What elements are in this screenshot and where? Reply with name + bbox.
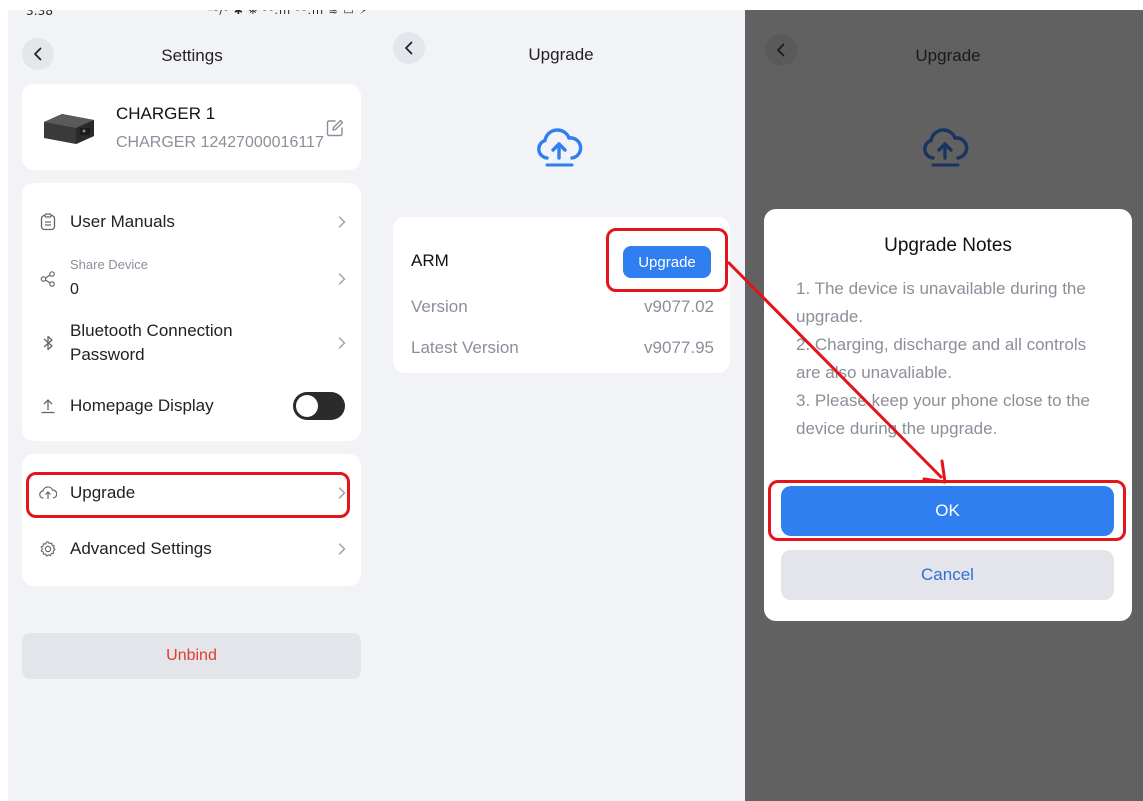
menu-label-upgrade: Upgrade — [70, 483, 136, 502]
share-device-count: 0 — [70, 281, 79, 298]
unbind-button[interactable]: Unbind — [22, 633, 361, 679]
edit-icon[interactable] — [325, 118, 345, 138]
latest-version-value: v9077.95 — [644, 338, 714, 357]
menu-item-upgrade[interactable]: Upgrade — [22, 470, 361, 516]
device-card[interactable]: CHARGER 1 CHARGER 12427000016117 — [22, 84, 361, 170]
dialog-notes: 1. The device is unavailable during the … — [796, 275, 1102, 443]
back-button[interactable] — [765, 34, 797, 66]
share-icon — [40, 271, 55, 287]
menu-item-homepage-display: Homepage Display — [22, 383, 361, 429]
module-name: ARM — [411, 251, 449, 270]
homepage-display-label: Homepage Display — [70, 396, 214, 415]
bluetooth-label-line2: Password — [70, 345, 145, 364]
bluetooth-icon — [43, 335, 53, 351]
cloud-upload-icon — [537, 128, 583, 167]
upgrade-notes-screen: Upgrade Upgrade Notes 1. The device is u… — [745, 10, 1143, 801]
homepage-display-toggle[interactable] — [293, 392, 345, 420]
upgrade-notes-dialog: Upgrade Notes 1. The device is unavailab… — [764, 209, 1132, 621]
back-button[interactable] — [393, 32, 425, 64]
dialog-note-1: 1. The device is unavailable during the … — [796, 279, 1086, 326]
menu-item-bluetooth-password[interactable]: Bluetooth Connection Password — [22, 317, 361, 369]
clipboard-icon — [40, 213, 56, 231]
page-title: Upgrade — [528, 45, 594, 64]
cloud-upload-icon — [39, 486, 57, 499]
status-time: 3:38 — [26, 10, 53, 18]
chevron-right-icon — [338, 337, 346, 349]
menu-label-advanced-settings: Advanced Settings — [70, 539, 212, 558]
charger-device-icon — [44, 114, 94, 144]
cancel-button[interactable]: Cancel — [781, 550, 1114, 600]
chevron-left-icon — [405, 41, 413, 55]
menu-item-user-manuals[interactable]: User Manuals — [22, 201, 361, 243]
menu-item-advanced-settings[interactable]: Advanced Settings — [22, 526, 361, 572]
chevron-right-icon — [338, 273, 346, 285]
device-serial: CHARGER 12427000016117 — [116, 134, 324, 151]
ok-button[interactable]: OK — [781, 486, 1114, 536]
page-title: Upgrade — [915, 46, 981, 65]
latest-version-label: Latest Version — [411, 338, 519, 357]
device-name: CHARGER 1 — [116, 104, 216, 123]
menu-item-share-device[interactable]: Share Device 0 — [22, 253, 361, 305]
status-bar: 3:38 ᵏᴮ/ˢ ✱ ⛯ ⁵ᴳ.ıll ⁵ᴳ.ıll ≋ ▭ ⚡ — [8, 10, 375, 24]
maintenance-menu-card: Upgrade Advanced Settings — [22, 454, 361, 586]
toggle-knob — [296, 395, 318, 417]
status-icons: ᵏᴮ/ˢ ✱ ⛯ ⁵ᴳ.ıll ⁵ᴳ.ıll ≋ ▭ ⚡ — [208, 10, 368, 17]
cloud-upload-icon — [923, 128, 969, 167]
dialog-note-2: 2. Charging, discharge and all controls … — [796, 335, 1087, 382]
chevron-right-icon — [338, 487, 346, 499]
dialog-note-3: 3. Please keep your phone close to the d… — [796, 391, 1090, 438]
chevron-right-icon — [338, 216, 346, 228]
upload-arrow-icon — [41, 399, 55, 414]
dialog-title: Upgrade Notes — [884, 235, 1012, 256]
version-label: Version — [411, 297, 468, 316]
chevron-left-icon — [34, 47, 42, 61]
firmware-card: ARM Upgrade Version v9077.02 Latest Vers… — [393, 217, 730, 373]
chevron-left-icon — [777, 43, 785, 57]
version-value: v9077.02 — [644, 297, 714, 316]
settings-screen: 3:38 ᵏᴮ/ˢ ✱ ⛯ ⁵ᴳ.ıll ⁵ᴳ.ıll ≋ ▭ ⚡ Settin… — [8, 10, 375, 801]
gear-icon — [40, 541, 56, 557]
back-button[interactable] — [22, 38, 54, 70]
chevron-right-icon — [338, 543, 346, 555]
settings-menu-card: User Manuals Share Device 0 Bluetooth Co… — [22, 183, 361, 441]
bluetooth-label-line1: Bluetooth Connection — [70, 321, 233, 340]
share-device-label: Share Device — [70, 257, 149, 272]
upgrade-button[interactable]: Upgrade — [623, 246, 711, 278]
page-title: Settings — [161, 46, 223, 65]
menu-label-user-manuals: User Manuals — [70, 212, 175, 231]
upgrade-screen: Upgrade ARM Upgrade Version v9077.02 Lat… — [375, 10, 745, 801]
